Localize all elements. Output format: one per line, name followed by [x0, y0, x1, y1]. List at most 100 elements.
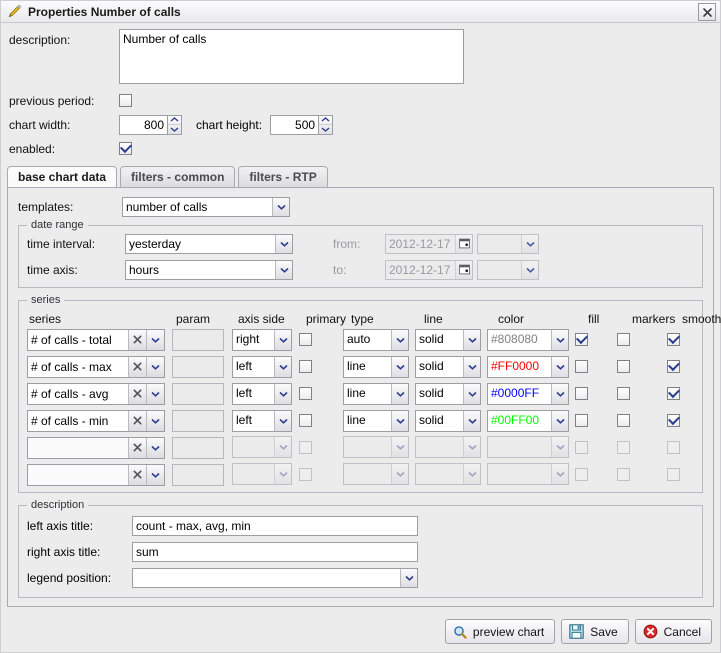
series-type-select[interactable]: auto — [343, 328, 409, 351]
series-primary-checkbox[interactable] — [299, 414, 312, 427]
series-primary-checkbox[interactable] — [299, 387, 312, 400]
series-clear-button[interactable] — [128, 437, 146, 458]
series-type-arrow[interactable] — [391, 329, 408, 350]
series-axis-side-arrow[interactable] — [274, 329, 291, 350]
left-axis-title-input[interactable] — [132, 516, 418, 536]
series-markers-checkbox[interactable] — [617, 387, 630, 400]
time-axis-select-arrow[interactable] — [275, 260, 292, 279]
series-fill-checkbox[interactable] — [575, 414, 588, 427]
series-smooth-checkbox[interactable] — [667, 360, 680, 373]
enabled-checkbox[interactable] — [119, 142, 132, 155]
series-smooth-checkbox[interactable] — [667, 333, 680, 346]
series-color-arrow[interactable] — [551, 329, 568, 350]
series-axis-side-select[interactable]: left — [232, 409, 292, 432]
series-clear-button[interactable] — [128, 356, 146, 377]
series-primary-checkbox[interactable] — [299, 360, 312, 373]
cancel-button[interactable]: Cancel — [634, 619, 712, 644]
series-fill-checkbox[interactable] — [575, 333, 588, 346]
series-smooth-checkbox[interactable] — [667, 414, 680, 427]
templates-select-arrow[interactable] — [272, 197, 289, 216]
previous-period-checkbox[interactable] — [119, 94, 132, 107]
series-param-input[interactable] — [172, 328, 224, 351]
series-fill-checkbox[interactable] — [575, 387, 588, 400]
series-markers-checkbox[interactable] — [617, 360, 630, 373]
series-dropdown-button[interactable] — [146, 437, 164, 458]
series-line-arrow[interactable] — [463, 383, 480, 404]
series-param-input[interactable] — [172, 436, 224, 459]
series-type-arrow[interactable] — [391, 383, 408, 404]
time-interval-select[interactable]: yesterday — [125, 233, 293, 254]
series-dropdown-button[interactable] — [146, 329, 164, 350]
series-line-arrow[interactable] — [463, 329, 480, 350]
tab-filters-common[interactable]: filters - common — [120, 166, 236, 187]
series-clear-button[interactable] — [128, 383, 146, 404]
series-color-arrow[interactable] — [551, 356, 568, 377]
preview-chart-button[interactable]: preview chart — [444, 619, 556, 644]
series-type-select[interactable]: line — [343, 409, 409, 432]
series-line-select[interactable]: solid — [415, 355, 481, 378]
series-name-combo[interactable]: # of calls - avg — [27, 382, 165, 405]
chart-height-stepper[interactable] — [270, 114, 334, 135]
description-input[interactable]: Number of calls — [119, 29, 464, 84]
chart-height-spin-down[interactable] — [319, 125, 332, 134]
series-line-select[interactable]: solid — [415, 382, 481, 405]
series-param-input[interactable] — [172, 355, 224, 378]
tab-filters-rtp[interactable]: filters - RTP — [238, 166, 328, 187]
series-type-arrow[interactable] — [391, 410, 408, 431]
series-clear-button[interactable] — [128, 410, 146, 431]
time-interval-select-arrow[interactable] — [275, 234, 292, 253]
series-name-combo[interactable] — [27, 463, 165, 486]
chart-height-spin-buttons[interactable] — [318, 114, 334, 135]
series-clear-button[interactable] — [128, 464, 146, 485]
save-button[interactable]: Save — [561, 619, 629, 644]
series-dropdown-button[interactable] — [146, 464, 164, 485]
series-primary-checkbox[interactable] — [299, 333, 312, 346]
series-name-combo[interactable]: # of calls - max — [27, 355, 165, 378]
series-axis-side-select[interactable]: left — [232, 355, 292, 378]
series-fill-checkbox[interactable] — [575, 360, 588, 373]
series-type-select[interactable]: line — [343, 355, 409, 378]
chart-height-input[interactable] — [270, 114, 319, 135]
chart-width-spin-buttons[interactable] — [167, 114, 182, 135]
series-clear-button[interactable] — [128, 329, 146, 350]
chart-width-spin-down[interactable] — [168, 125, 181, 134]
series-param-input[interactable] — [172, 463, 224, 486]
series-smooth-checkbox[interactable] — [667, 387, 680, 400]
legend-position-select-arrow[interactable] — [400, 569, 417, 587]
series-axis-side-select[interactable]: right — [232, 328, 292, 351]
series-markers-checkbox[interactable] — [617, 333, 630, 346]
chart-height-spin-up[interactable] — [319, 116, 333, 125]
series-param-input[interactable] — [172, 409, 224, 432]
series-dropdown-button[interactable] — [146, 383, 164, 404]
chart-width-stepper[interactable] — [119, 114, 182, 135]
series-color-arrow[interactable] — [551, 383, 568, 404]
close-button[interactable] — [698, 3, 716, 21]
series-axis-side-arrow[interactable] — [274, 410, 291, 431]
chart-width-input[interactable] — [119, 114, 167, 135]
series-dropdown-button[interactable] — [146, 410, 164, 431]
chart-width-spin-up[interactable] — [168, 116, 181, 125]
right-axis-title-input[interactable] — [132, 542, 418, 562]
series-line-arrow[interactable] — [463, 356, 480, 377]
time-axis-select[interactable]: hours — [125, 259, 293, 280]
series-name-combo[interactable]: # of calls - min — [27, 409, 165, 432]
tab-base-chart-data[interactable]: base chart data — [7, 166, 118, 187]
templates-select[interactable]: number of calls — [122, 196, 290, 217]
series-name-combo[interactable]: # of calls - total — [27, 328, 165, 351]
series-axis-side-arrow[interactable] — [274, 356, 291, 377]
series-color-select[interactable]: #808080 — [487, 328, 569, 351]
series-color-select[interactable]: #0000FF — [487, 382, 569, 405]
series-line-select[interactable]: solid — [415, 409, 481, 432]
series-axis-side-select[interactable]: left — [232, 382, 292, 405]
series-markers-checkbox[interactable] — [617, 414, 630, 427]
series-name-combo[interactable] — [27, 436, 165, 459]
series-type-arrow[interactable] — [391, 356, 408, 377]
series-param-input[interactable] — [172, 382, 224, 405]
series-line-select[interactable]: solid — [415, 328, 481, 351]
series-axis-side-arrow[interactable] — [274, 383, 291, 404]
series-dropdown-button[interactable] — [146, 356, 164, 377]
series-color-select[interactable]: #FF0000 — [487, 355, 569, 378]
series-color-select[interactable]: #00FF00 — [487, 409, 569, 432]
series-type-select[interactable]: line — [343, 382, 409, 405]
series-line-arrow[interactable] — [463, 410, 480, 431]
